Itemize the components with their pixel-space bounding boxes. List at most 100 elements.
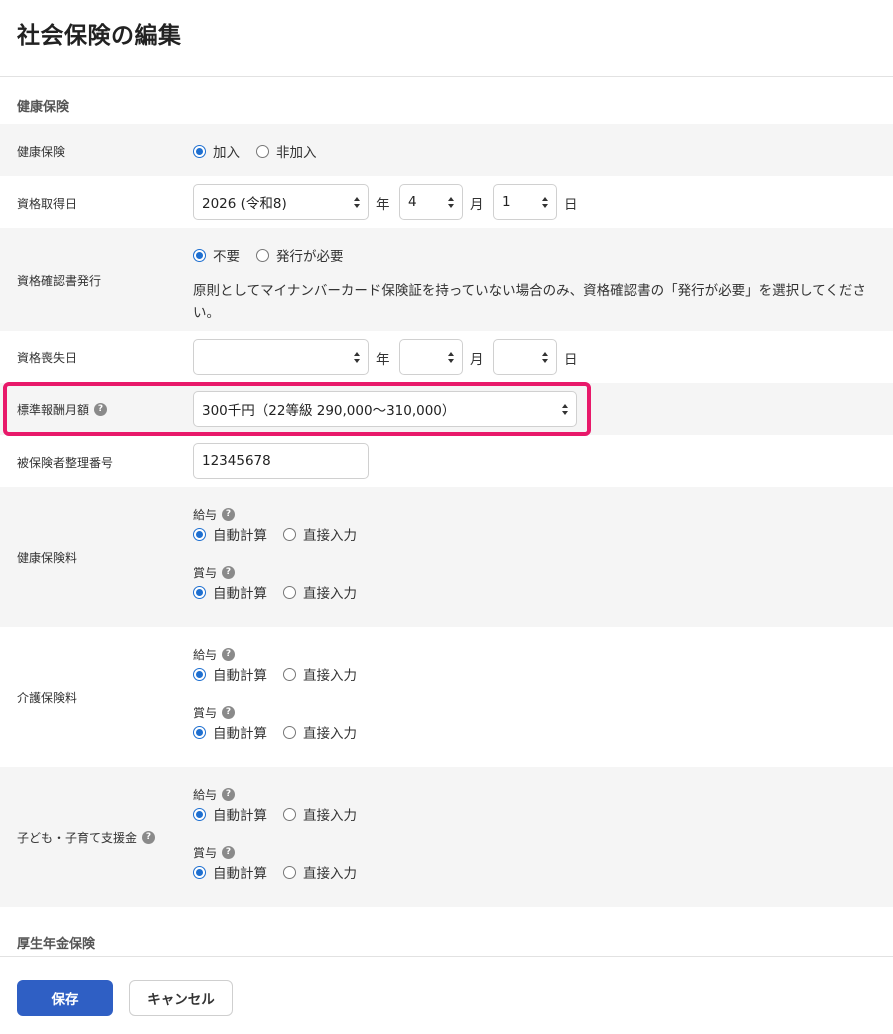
radio-label-direct-input[interactable]: 直接入力 bbox=[303, 524, 357, 544]
help-icon[interactable]: ? bbox=[222, 788, 236, 801]
radio-label-auto-calc[interactable]: 自動計算 bbox=[213, 664, 267, 684]
radio-label-auto-calc[interactable]: 自動計算 bbox=[213, 804, 267, 824]
row-insured-number: 被保険者整理番号 12345678 bbox=[0, 435, 893, 487]
salary-label: 給与 bbox=[193, 788, 218, 802]
salary-sublabel: 給与 ? bbox=[193, 786, 236, 803]
radio-label-not-enrolled[interactable]: 非加入 bbox=[276, 141, 317, 161]
help-icon[interactable]: ? bbox=[222, 706, 236, 719]
row-label: 子ども・子育て支援金 bbox=[17, 831, 138, 845]
bonus-radio-group: 自動計算 直接入力 bbox=[193, 722, 373, 742]
radio-auto-calc[interactable] bbox=[193, 667, 206, 681]
certificate-note: 原則としてマイナンバーカード保険証を持っていない場合のみ、資格確認書の「発行が必… bbox=[193, 283, 866, 321]
row-label: 資格確認書発行 bbox=[17, 274, 102, 288]
help-icon[interactable]: ? bbox=[142, 831, 156, 844]
radio-auto-calc[interactable] bbox=[193, 725, 206, 739]
bonus-sublabel: 賞与 ? bbox=[193, 564, 236, 581]
radio-direct-input[interactable] bbox=[283, 667, 296, 681]
year-unit: 年 bbox=[376, 352, 390, 368]
select-caret-icon bbox=[542, 352, 549, 364]
select-value: 4 bbox=[408, 194, 417, 210]
certificate-radio-group: 不要 発行が必要 bbox=[193, 245, 360, 265]
save-button[interactable]: 保存 bbox=[17, 980, 113, 1016]
radio-auto-calc[interactable] bbox=[193, 585, 206, 599]
bonus-label: 賞与 bbox=[193, 706, 218, 720]
radio-label-direct-input[interactable]: 直接入力 bbox=[303, 722, 357, 742]
section-title-pension: 厚生年金保険 bbox=[17, 937, 96, 952]
radio-label-auto-calc[interactable]: 自動計算 bbox=[213, 524, 267, 544]
highlight-frame bbox=[3, 382, 591, 436]
radio-label-direct-input[interactable]: 直接入力 bbox=[303, 862, 357, 882]
page-title: 社会保険の編集 bbox=[17, 23, 182, 49]
acquisition-day-select[interactable]: 1 bbox=[493, 184, 557, 220]
radio-not-enrolled[interactable] bbox=[256, 144, 269, 158]
radio-issue-needed[interactable] bbox=[256, 248, 269, 262]
help-icon[interactable]: ? bbox=[222, 566, 236, 579]
help-icon[interactable]: ? bbox=[222, 508, 236, 521]
help-icon[interactable]: ? bbox=[222, 846, 236, 859]
radio-label-auto-calc[interactable]: 自動計算 bbox=[213, 582, 267, 602]
insured-number-input[interactable]: 12345678 bbox=[193, 443, 369, 479]
enrollment-radio-group: 加入 非加入 bbox=[193, 141, 333, 161]
month-unit: 月 bbox=[470, 197, 484, 213]
bonus-radio-group: 自動計算 直接入力 bbox=[193, 862, 373, 882]
radio-auto-calc[interactable] bbox=[193, 527, 206, 541]
row-acquisition-date: 資格取得日 2026 (令和8) 年 4 月 1 日 bbox=[0, 176, 893, 228]
loss-year-select[interactable] bbox=[193, 339, 369, 375]
select-value: 2026 (令和8) bbox=[202, 196, 287, 212]
row-label: 資格喪失日 bbox=[17, 351, 78, 365]
select-caret-icon bbox=[542, 197, 549, 209]
radio-direct-input[interactable] bbox=[283, 585, 296, 599]
radio-not-needed[interactable] bbox=[193, 248, 206, 262]
year-unit: 年 bbox=[376, 197, 390, 213]
radio-auto-calc[interactable] bbox=[193, 807, 206, 821]
row-label-with-help: 子ども・子育て支援金 ? bbox=[17, 829, 156, 846]
bonus-label: 賞与 bbox=[193, 566, 218, 580]
radio-enrolled[interactable] bbox=[193, 144, 206, 158]
acquisition-month-select[interactable]: 4 bbox=[399, 184, 463, 220]
radio-auto-calc[interactable] bbox=[193, 865, 206, 879]
radio-direct-input[interactable] bbox=[283, 527, 296, 541]
row-health-enrollment: 健康保険 加入 非加入 bbox=[0, 124, 893, 176]
radio-direct-input[interactable] bbox=[283, 807, 296, 821]
day-unit: 日 bbox=[564, 352, 578, 368]
radio-label-auto-calc[interactable]: 自動計算 bbox=[213, 862, 267, 882]
radio-direct-input[interactable] bbox=[283, 865, 296, 879]
salary-radio-group: 自動計算 直接入力 bbox=[193, 524, 373, 544]
bonus-radio-group: 自動計算 直接入力 bbox=[193, 582, 373, 602]
footer-divider bbox=[0, 956, 893, 957]
radio-label-enrolled[interactable]: 加入 bbox=[213, 141, 240, 161]
select-caret-icon bbox=[448, 197, 455, 209]
bonus-sublabel: 賞与 ? bbox=[193, 704, 236, 721]
loss-month-select[interactable] bbox=[399, 339, 463, 375]
title-divider bbox=[0, 76, 893, 77]
row-care-premium: 介護保険料 給与 ? 自動計算 直接入力 賞与 ? 自動計算 直接入力 bbox=[0, 627, 893, 767]
radio-label-direct-input[interactable]: 直接入力 bbox=[303, 664, 357, 684]
row-label: 健康保険料 bbox=[17, 551, 78, 565]
salary-label: 給与 bbox=[193, 508, 218, 522]
loss-day-select[interactable] bbox=[493, 339, 557, 375]
bonus-sublabel: 賞与 ? bbox=[193, 844, 236, 861]
radio-label-auto-calc[interactable]: 自動計算 bbox=[213, 722, 267, 742]
radio-label-issue-needed[interactable]: 発行が必要 bbox=[276, 245, 344, 265]
radio-label-direct-input[interactable]: 直接入力 bbox=[303, 582, 357, 602]
row-label: 健康保険 bbox=[17, 145, 66, 159]
radio-label-direct-input[interactable]: 直接入力 bbox=[303, 804, 357, 824]
select-value: 1 bbox=[502, 194, 511, 210]
day-unit: 日 bbox=[564, 197, 578, 213]
salary-radio-group: 自動計算 直接入力 bbox=[193, 664, 373, 684]
month-unit: 月 bbox=[470, 352, 484, 368]
section-title-health: 健康保険 bbox=[17, 100, 70, 115]
row-label: 介護保険料 bbox=[17, 691, 78, 705]
salary-sublabel: 給与 ? bbox=[193, 506, 236, 523]
row-loss-date: 資格喪失日 年 月 日 bbox=[0, 331, 893, 383]
radio-label-not-needed[interactable]: 不要 bbox=[213, 245, 240, 265]
bonus-label: 賞与 bbox=[193, 846, 218, 860]
cancel-button[interactable]: キャンセル bbox=[129, 980, 233, 1016]
acquisition-year-select[interactable]: 2026 (令和8) bbox=[193, 184, 369, 220]
salary-label: 給与 bbox=[193, 648, 218, 662]
radio-direct-input[interactable] bbox=[283, 725, 296, 739]
salary-sublabel: 給与 ? bbox=[193, 646, 236, 663]
row-label: 被保険者整理番号 bbox=[17, 456, 114, 470]
salary-radio-group: 自動計算 直接入力 bbox=[193, 804, 373, 824]
help-icon[interactable]: ? bbox=[222, 648, 236, 661]
